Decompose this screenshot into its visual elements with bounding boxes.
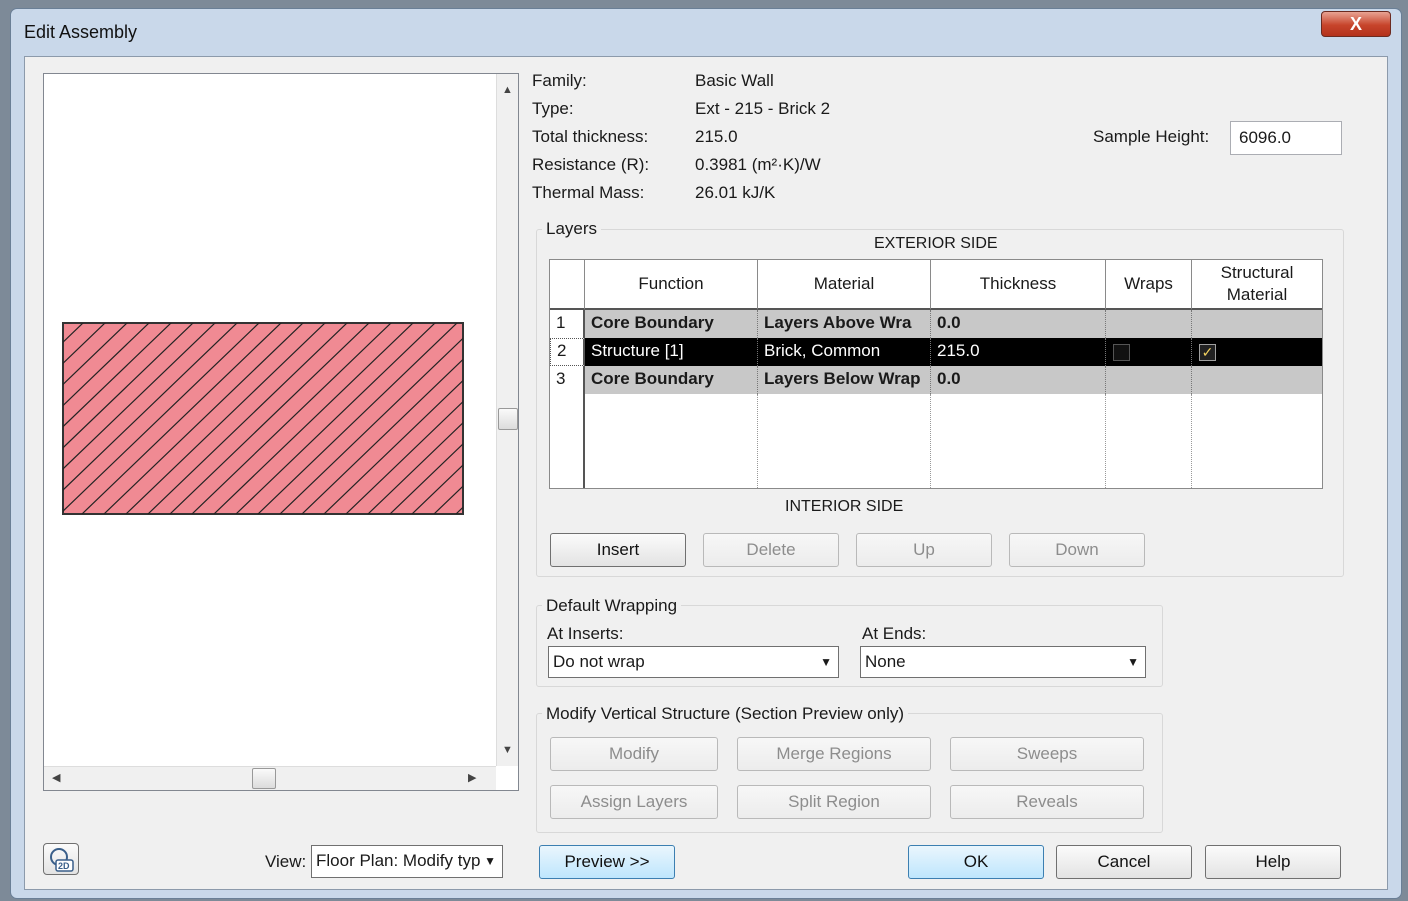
- insert-button[interactable]: Insert: [550, 533, 686, 567]
- split-region-button[interactable]: Split Region: [737, 785, 931, 819]
- at-ends-select[interactable]: None ▼: [860, 646, 1146, 678]
- at-inserts-value: Do not wrap: [553, 652, 645, 671]
- at-inserts-select[interactable]: Do not wrap ▼: [548, 646, 839, 678]
- title-bar: Edit Assembly X: [11, 9, 1401, 57]
- column-header-function[interactable]: Function: [585, 260, 758, 310]
- column-header-thickness[interactable]: Thickness: [931, 260, 1106, 310]
- exterior-side-label: EXTERIOR SIDE: [874, 235, 998, 252]
- type-label: Type:: [532, 99, 574, 118]
- table-row[interactable]: 1 Core Boundary Layers Above Wra 0.0: [550, 310, 1322, 338]
- close-button[interactable]: X: [1321, 11, 1391, 37]
- table-row-selected[interactable]: 2 Structure [1] Brick, Common 215.0 ✓: [550, 338, 1322, 366]
- row-material[interactable]: Layers Below Wrap: [758, 366, 931, 394]
- row-wraps: [1106, 338, 1192, 366]
- delete-button[interactable]: Delete: [703, 533, 839, 567]
- row-wraps: [1106, 310, 1192, 338]
- chevron-down-icon: ▼: [480, 846, 496, 876]
- row-structural: ✓: [1192, 338, 1322, 366]
- table-row[interactable]: 3 Core Boundary Layers Below Wrap 0.0: [550, 366, 1322, 394]
- default-wrapping-title: Default Wrapping: [542, 596, 682, 616]
- row-structural: [1192, 310, 1322, 338]
- at-ends-value: None: [865, 652, 906, 671]
- wraps-checkbox[interactable]: [1113, 344, 1130, 361]
- at-inserts-label: At Inserts:: [547, 624, 624, 643]
- help-button[interactable]: Help: [1205, 845, 1341, 879]
- type-value: Ext - 215 - Brick 2: [695, 99, 831, 118]
- row-number: 3: [550, 366, 585, 394]
- row-structural: [1192, 366, 1322, 394]
- empty-cell: [585, 394, 758, 488]
- edit-assembly-dialog: Edit Assembly X ▲ ▼ ◀ ▶ Family: Basic Wa…: [10, 8, 1402, 899]
- wall-hatch-fill: [62, 322, 464, 515]
- row-material[interactable]: Layers Above Wra: [758, 310, 931, 338]
- sample-height-input[interactable]: 6096.0: [1230, 121, 1342, 155]
- wall-section-preview: [62, 322, 464, 515]
- vertical-scroll-thumb[interactable]: [498, 408, 518, 430]
- row-number-column-empty: [550, 394, 585, 488]
- preview-pane[interactable]: ▲ ▼ ◀ ▶: [43, 73, 519, 791]
- empty-cell: [931, 394, 1106, 488]
- at-ends-label: At Ends:: [862, 624, 927, 643]
- structural-checkbox-checked-icon[interactable]: ✓: [1199, 344, 1216, 361]
- sample-height-label: Sample Height:: [1093, 127, 1210, 146]
- preview-vertical-scrollbar[interactable]: ▲ ▼: [496, 74, 518, 766]
- cancel-button[interactable]: Cancel: [1056, 845, 1192, 879]
- view-label: View:: [265, 852, 307, 871]
- vertical-structure-title: Modify Vertical Structure (Section Previ…: [542, 704, 909, 724]
- scroll-up-icon[interactable]: ▲: [502, 84, 513, 96]
- chevron-down-icon: ▼: [1127, 655, 1139, 669]
- scroll-down-icon[interactable]: ▼: [502, 744, 513, 756]
- resistance-value: 0.3981 (m²·K)/W: [695, 155, 821, 174]
- column-header-wraps[interactable]: Wraps: [1106, 260, 1192, 310]
- empty-cell: [1106, 394, 1192, 488]
- modify-button[interactable]: Modify: [550, 737, 718, 771]
- row-thickness[interactable]: 0.0: [931, 366, 1106, 394]
- reveals-button[interactable]: Reveals: [950, 785, 1144, 819]
- row-thickness[interactable]: 0.0: [931, 310, 1106, 338]
- down-button[interactable]: Down: [1009, 533, 1145, 567]
- layers-group-title: Layers: [542, 219, 602, 239]
- svg-text:2D: 2D: [58, 861, 70, 871]
- row-wraps: [1106, 366, 1192, 394]
- column-header-material[interactable]: Material: [758, 260, 931, 310]
- dialog-client: ▲ ▼ ◀ ▶ Family: Basic Wall Type: Ext - 2…: [24, 56, 1388, 890]
- thermal-mass-value: 26.01 kJ/K: [695, 183, 776, 202]
- up-button[interactable]: Up: [856, 533, 992, 567]
- preview-horizontal-scrollbar[interactable]: ◀ ▶: [44, 766, 496, 790]
- row-function[interactable]: Core Boundary: [585, 366, 758, 394]
- interior-side-label: INTERIOR SIDE: [785, 498, 904, 515]
- column-header-structural-material[interactable]: Structural Material: [1192, 260, 1322, 310]
- row-number: 1: [550, 310, 585, 338]
- family-label: Family:: [532, 71, 587, 90]
- ok-button[interactable]: OK: [908, 845, 1044, 879]
- table-empty-area: [550, 394, 1322, 488]
- scroll-right-icon[interactable]: ▶: [468, 771, 476, 784]
- empty-cell: [758, 394, 931, 488]
- 2d-view-toggle-icon[interactable]: 2D: [43, 843, 79, 875]
- row-function[interactable]: Structure [1]: [585, 338, 758, 366]
- family-value: Basic Wall: [695, 71, 774, 90]
- view-select[interactable]: Floor Plan: Modify typ ▼: [311, 845, 503, 878]
- view-value: Floor Plan: Modify typ: [316, 851, 481, 870]
- assign-layers-button[interactable]: Assign Layers: [550, 785, 718, 819]
- row-number: 2: [550, 338, 585, 366]
- chevron-down-icon: ▼: [820, 655, 832, 669]
- total-thickness-value: 215.0: [695, 127, 738, 146]
- layers-table[interactable]: Function Material Thickness Wraps Struct…: [549, 259, 1323, 489]
- row-thickness[interactable]: 215.0: [931, 338, 1106, 366]
- thermal-mass-label: Thermal Mass:: [532, 183, 645, 202]
- sweeps-button[interactable]: Sweeps: [950, 737, 1144, 771]
- window-title: Edit Assembly: [24, 22, 138, 42]
- preview-button[interactable]: Preview >>: [539, 845, 675, 879]
- row-function[interactable]: Core Boundary: [585, 310, 758, 338]
- scroll-left-icon[interactable]: ◀: [52, 771, 60, 784]
- horizontal-scroll-thumb[interactable]: [252, 768, 276, 789]
- merge-regions-button[interactable]: Merge Regions: [737, 737, 931, 771]
- total-thickness-label: Total thickness:: [532, 127, 649, 146]
- row-material[interactable]: Brick, Common: [758, 338, 931, 366]
- resistance-label: Resistance (R):: [532, 155, 650, 174]
- row-number-header: [550, 260, 585, 310]
